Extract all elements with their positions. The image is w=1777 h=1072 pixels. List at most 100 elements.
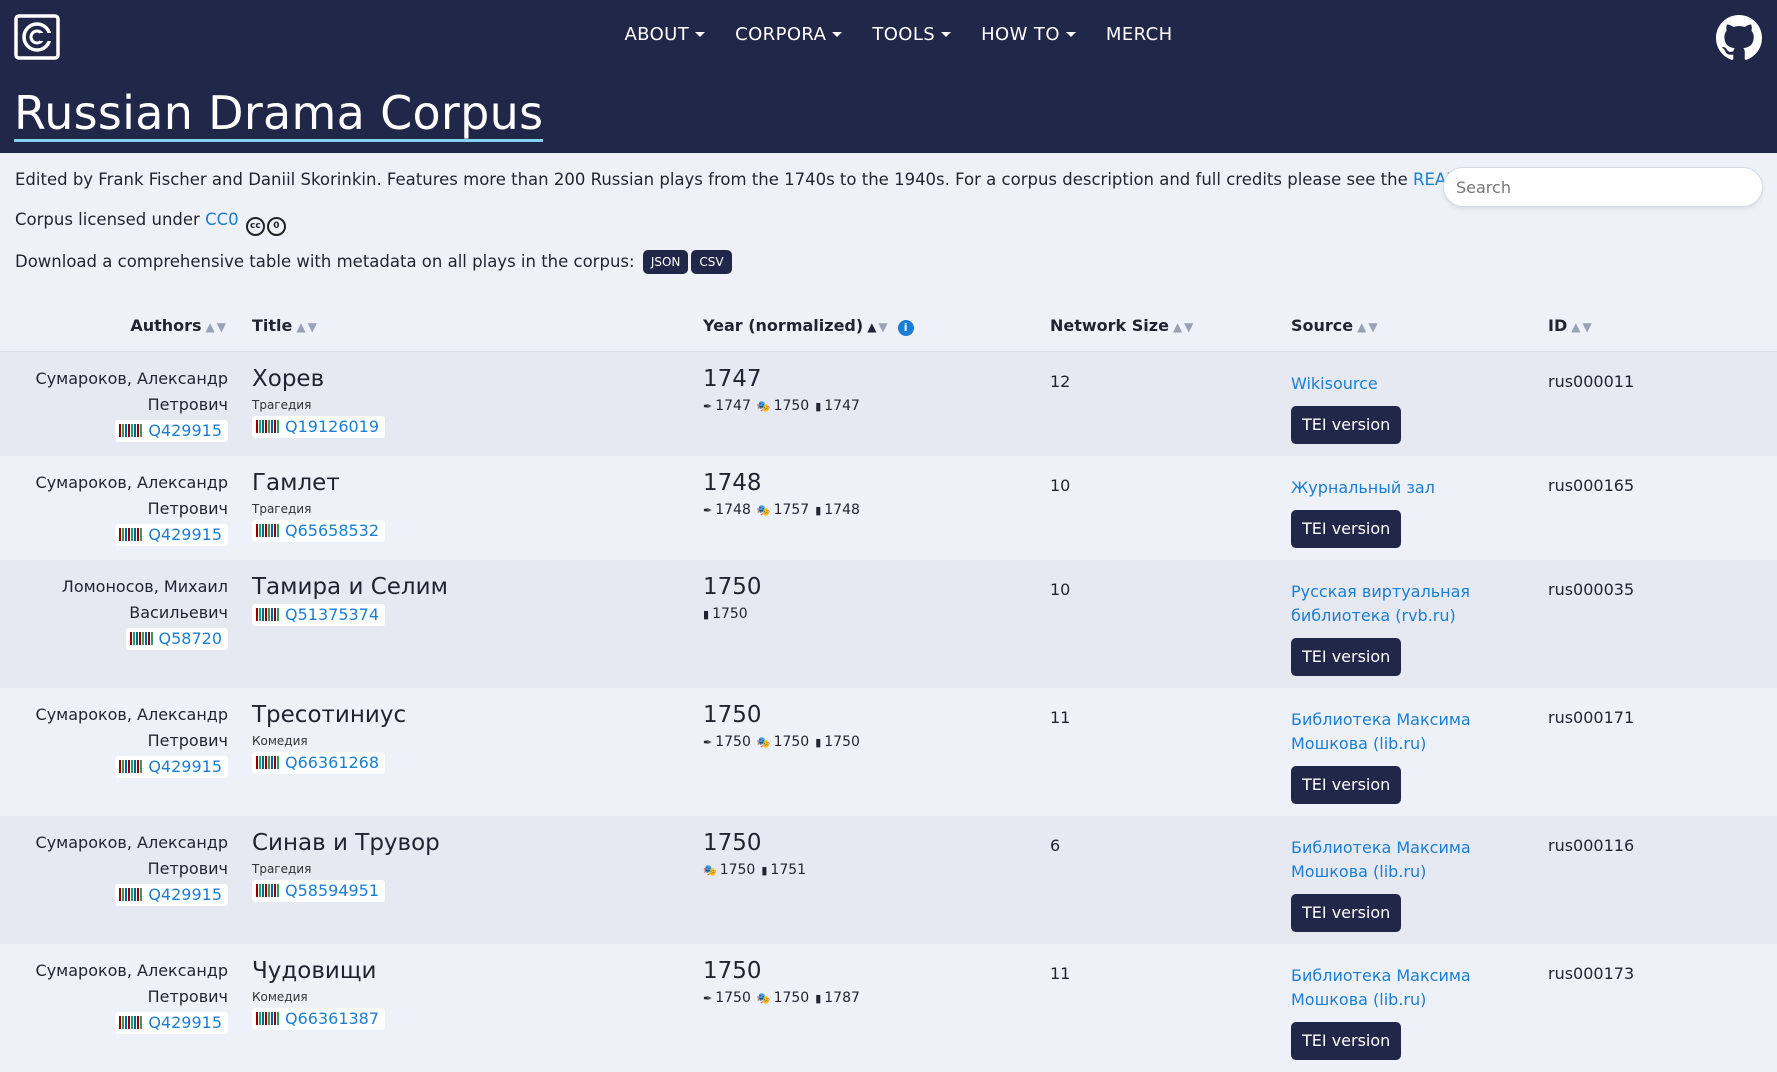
github-icon[interactable] [1716,15,1762,61]
sort-icon[interactable]: ▲▼ [296,320,318,334]
book-icon: ▮ [815,992,822,1005]
play-wikidata-link[interactable]: Q58594951 [285,881,379,900]
year-written: ✒ 1750 [703,734,751,750]
play-wikidata-badge[interactable]: Q58594951 [252,880,386,902]
year-cell: 1750 ✒ 1750 🎭 1750 ▮ 1750 [703,700,866,753]
nav-item-tools[interactable]: TOOLS [872,24,952,45]
network-size: 11 [1050,708,1071,727]
play-wikidata-badge[interactable]: Q65658532 [252,520,386,542]
title-cell: Тресотиниус Комедия Q66361268 [252,700,672,774]
description-text: Edited by Frank Fischer and Daniil Skori… [15,170,1413,189]
play-wikidata-link[interactable]: Q66361387 [285,1009,379,1028]
year-printed: ▮ 1750 [815,734,860,750]
year-printed: ▮ 1751 [761,862,806,878]
table-row: Сумароков, Александр Петрович Q429915 Си… [0,816,1777,944]
play-id: rus000116 [1548,836,1635,855]
tei-version-button[interactable]: TEI version [1291,406,1402,444]
search-input[interactable] [1443,167,1763,207]
nav-item-about[interactable]: ABOUT [624,24,706,45]
play-id: rus000035 [1548,580,1635,599]
author-name-line1: Сумароков, Александр [35,961,228,980]
play-genre: Трагедия [252,398,312,412]
play-wikidata-badge[interactable]: Q19126019 [252,416,386,438]
sort-icon[interactable]: ▲▼ [1357,320,1379,334]
author-wikidata-link[interactable]: Q429915 [148,421,222,440]
play-title[interactable]: Тресотиниус [252,700,672,730]
sort-icon[interactable]: ▲▼ [867,320,889,334]
csv-download-button[interactable]: CSV [691,250,732,274]
play-title[interactable]: Хорев [252,364,672,394]
play-wikidata-link[interactable]: Q19126019 [285,417,379,436]
sort-icon[interactable]: ▲▼ [1173,320,1195,334]
play-title[interactable]: Гамлет [252,468,672,498]
play-title[interactable]: Чудовищи [252,956,672,986]
author-wikidata-badge[interactable]: Q429915 [115,420,228,442]
nav-item-corpora[interactable]: CORPORA [735,24,843,45]
source-link[interactable]: Библиотека Максима Мошкова (lib.ru) [1291,838,1471,881]
column-header-network-size[interactable]: Network Size ▲▼ [1050,316,1195,335]
source-link[interactable]: Русская виртуальная библиотека (rvb.ru) [1291,582,1470,625]
sort-icon[interactable]: ▲▼ [206,320,228,334]
author-wikidata-badge[interactable]: Q429915 [115,1012,228,1034]
tei-version-button[interactable]: TEI version [1291,766,1402,804]
play-wikidata-badge[interactable]: Q66361387 [252,1008,386,1030]
wikidata-icon [256,756,280,769]
nav-item-how-to[interactable]: HOW TO [981,24,1076,45]
column-header-authors[interactable]: Authors ▲▼ [130,316,228,335]
zero-icon: 0 [266,217,286,236]
wikidata-icon [256,884,280,897]
wikidata-icon [119,760,144,773]
info-icon[interactable]: i [897,320,914,336]
year-normalized: 1747 [703,366,762,392]
tei-version-button[interactable]: TEI version [1291,1022,1402,1060]
play-wikidata-link[interactable]: Q65658532 [285,521,379,540]
cc0-link[interactable]: CC0 [205,210,239,229]
source-link[interactable]: Библиотека Максима Мошкова (lib.ru) [1291,966,1471,1009]
author-wikidata-link[interactable]: Q429915 [148,525,222,544]
author-name-line2: Петрович [147,499,228,518]
year-printed: ▮ 1747 [815,398,860,414]
author-name-line2: Петрович [147,731,228,750]
play-wikidata-link[interactable]: Q51375374 [285,605,379,624]
book-icon: ▮ [761,864,768,877]
author-wikidata-badge[interactable]: Q429915 [115,884,228,906]
authors-cell: Сумароков, Александр Петрович Q429915 [8,830,228,908]
tei-version-button[interactable]: TEI version [1291,894,1402,932]
column-header-source[interactable]: Source ▲▼ [1291,316,1380,335]
nav-item-merch[interactable]: MERCH [1106,24,1173,45]
author-wikidata-link[interactable]: Q429915 [148,757,222,776]
source-link[interactable]: Wikisource [1291,374,1378,393]
column-header-id[interactable]: ID ▲▼ [1548,316,1594,335]
author-wikidata-badge[interactable]: Q58720 [125,628,228,650]
table-row: Сумароков, Александр Петрович Q429915 Тр… [0,688,1777,816]
wikidata-icon [256,1012,280,1025]
author-name-line2: Петрович [147,987,228,1006]
page-title[interactable]: Russian Drama Corpus [14,86,544,142]
year-details: ✒ 1750 🎭 1750 ▮ 1750 [703,732,866,753]
play-title[interactable]: Синав и Трувор [252,828,672,858]
play-id: rus000173 [1548,964,1635,983]
source-cell: Библиотека Максима Мошкова (lib.ru) TEI v… [1291,708,1491,804]
column-header-year[interactable]: Year (normalized) ▲▼ i [703,316,914,336]
wikidata-icon [256,420,280,433]
column-header-title[interactable]: Title ▲▼ [252,316,319,335]
play-wikidata-badge[interactable]: Q51375374 [252,604,386,626]
theater-masks-icon: 🎭 [703,864,717,877]
source-link[interactable]: Журнальный зал [1291,478,1435,497]
json-download-button[interactable]: JSON [642,250,689,274]
author-wikidata-link[interactable]: Q429915 [148,885,222,904]
author-wikidata-badge[interactable]: Q429915 [115,524,228,546]
source-link[interactable]: Библиотека Максима Мошкова (lib.ru) [1291,710,1471,753]
play-title[interactable]: Тамира и Селим [252,572,672,602]
play-wikidata-link[interactable]: Q66361268 [285,753,379,772]
sort-icon[interactable]: ▲▼ [1571,320,1593,334]
cc-icon: cc [245,217,265,236]
caret-down-icon [1065,32,1076,37]
book-icon: ▮ [815,504,822,517]
author-wikidata-link[interactable]: Q429915 [148,1013,222,1032]
tei-version-button[interactable]: TEI version [1291,638,1402,676]
author-wikidata-link[interactable]: Q58720 [159,629,223,648]
author-wikidata-badge[interactable]: Q429915 [115,756,228,778]
play-wikidata-badge[interactable]: Q66361268 [252,752,386,774]
tei-version-button[interactable]: TEI version [1291,510,1402,548]
